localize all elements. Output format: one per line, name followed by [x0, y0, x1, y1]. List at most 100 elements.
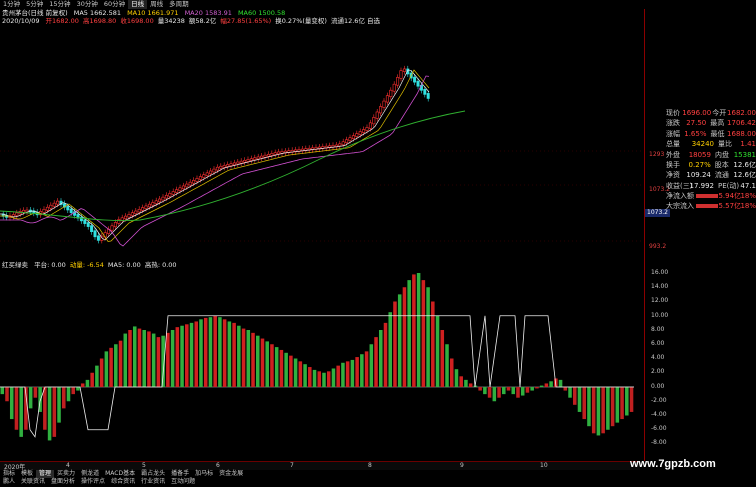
indicator-bar — [114, 344, 118, 387]
candle — [311, 144, 315, 153]
indicator-tab[interactable]: 模板 — [18, 470, 36, 478]
indicator-bar — [525, 387, 530, 393]
candle — [341, 138, 345, 148]
indicator-tab[interactable]: 管理 — [36, 470, 55, 478]
quote-row: 外盘 18059 内盘 15381 — [666, 150, 756, 159]
indicator-bar — [530, 387, 534, 391]
indicator-bar — [393, 301, 397, 387]
indicator-bar — [104, 351, 109, 387]
price-tick: 993.2 — [649, 243, 667, 250]
date-tick: 6 — [216, 462, 220, 469]
candle — [277, 148, 281, 157]
indicator-bar — [28, 387, 33, 409]
indicator-bar — [549, 381, 553, 387]
candle — [280, 148, 284, 157]
indicator-bar — [80, 383, 85, 387]
candle — [372, 114, 376, 127]
indicator-tab[interactable]: 播备手 — [168, 470, 192, 478]
indicator-bar — [397, 294, 402, 387]
indicator-bar — [47, 387, 52, 441]
indicator-tab[interactable]: 资金龙展 — [216, 470, 246, 478]
bottom-tab[interactable]: 综合资讯 — [108, 478, 138, 487]
date-tick: 7 — [290, 462, 294, 469]
indicator-bar — [374, 337, 378, 387]
candle — [379, 103, 383, 116]
candle — [249, 155, 253, 164]
indicator-bar — [85, 379, 90, 387]
bottom-tab[interactable]: 盘面分析 — [48, 478, 78, 487]
candle — [253, 154, 257, 163]
candle — [113, 219, 117, 230]
indicator-tab[interactable]: 加马标 — [192, 470, 216, 478]
indicator-bar — [227, 321, 232, 387]
indicator-bar — [218, 317, 222, 387]
period-tab-5[interactable]: 日线 — [128, 0, 148, 9]
date-tick: 5 — [142, 462, 146, 469]
period-tab-4[interactable]: 60分钟 — [101, 0, 128, 9]
quote-row: 涨幅 1.65% 最低 1688.00 — [666, 129, 756, 138]
candle — [232, 159, 236, 168]
indicator-tab[interactable]: 指标 — [0, 470, 18, 478]
candle — [389, 87, 393, 100]
bottom-tab[interactable]: 鹏人 — [0, 478, 18, 487]
indicator-bar — [539, 385, 544, 387]
period-tab-1[interactable]: 5分钟 — [23, 0, 46, 9]
indicator-bar — [459, 376, 463, 387]
indicator-bar — [156, 337, 161, 387]
indicator-bar — [435, 315, 440, 387]
candle — [243, 157, 247, 166]
indicator-bar — [326, 371, 331, 387]
period-tab-2[interactable]: 15分钟 — [46, 0, 73, 9]
period-tab-7[interactable]: 多周期 — [166, 0, 192, 9]
indicator-bar — [379, 330, 383, 387]
period-tab-3[interactable]: 30分钟 — [74, 0, 101, 9]
indicator-bar — [412, 274, 416, 387]
indicator-bar — [9, 387, 14, 420]
indicator-chart[interactable] — [0, 264, 644, 460]
indicator-bar — [610, 387, 615, 427]
ma20-line — [0, 75, 430, 247]
period-tab-0[interactable]: 1分钟 — [0, 0, 23, 9]
indicator-tab[interactable]: 买卖力 — [54, 470, 78, 478]
indicator-bar — [0, 387, 5, 395]
indicator-bar — [76, 387, 80, 391]
platform-line — [0, 315, 634, 438]
bottom-tab[interactable]: 互动问题 — [168, 478, 198, 487]
indicator-bar — [629, 387, 634, 412]
candle — [226, 161, 230, 170]
indicator-bar — [312, 369, 317, 387]
bottom-tab[interactable]: 操作评点 — [78, 478, 108, 487]
candle — [25, 207, 29, 216]
indicator-bar — [445, 344, 449, 387]
candle — [321, 143, 325, 152]
indicator-bar — [142, 330, 146, 387]
candle — [263, 152, 267, 161]
bottom-tab[interactable]: 关联资讯 — [18, 478, 48, 487]
candle — [270, 150, 274, 159]
indicator-bar — [147, 331, 151, 387]
indicator-bar — [492, 387, 497, 402]
candle — [338, 140, 342, 149]
price-chart[interactable] — [0, 9, 644, 261]
candle — [331, 142, 335, 151]
indicator-tab[interactable]: 霸占龙头 — [138, 470, 168, 478]
indicator-bar — [625, 387, 629, 416]
indicator-bar — [137, 328, 142, 387]
indicator-bar — [369, 344, 374, 387]
indicator-bar — [577, 387, 582, 412]
indicator-tab[interactable]: 侧龙道 — [78, 470, 102, 478]
candle — [266, 151, 270, 160]
indicator-bar — [251, 332, 255, 387]
indicator-tab[interactable]: MACD基本 — [102, 470, 138, 478]
candle — [328, 142, 332, 151]
bottom-tab[interactable]: 行业资讯 — [138, 478, 168, 487]
indicator-bar — [222, 319, 227, 387]
period-tab-6[interactable]: 周线 — [147, 0, 166, 9]
ma10-line — [0, 69, 430, 242]
indicator-bar — [615, 387, 620, 423]
quote-row: 净资 109.24 流通 12.6亿 — [666, 171, 756, 180]
indicator-bar — [355, 357, 359, 387]
indicator-bar — [99, 358, 104, 387]
indicator-bar — [303, 364, 307, 387]
candle — [290, 147, 294, 156]
